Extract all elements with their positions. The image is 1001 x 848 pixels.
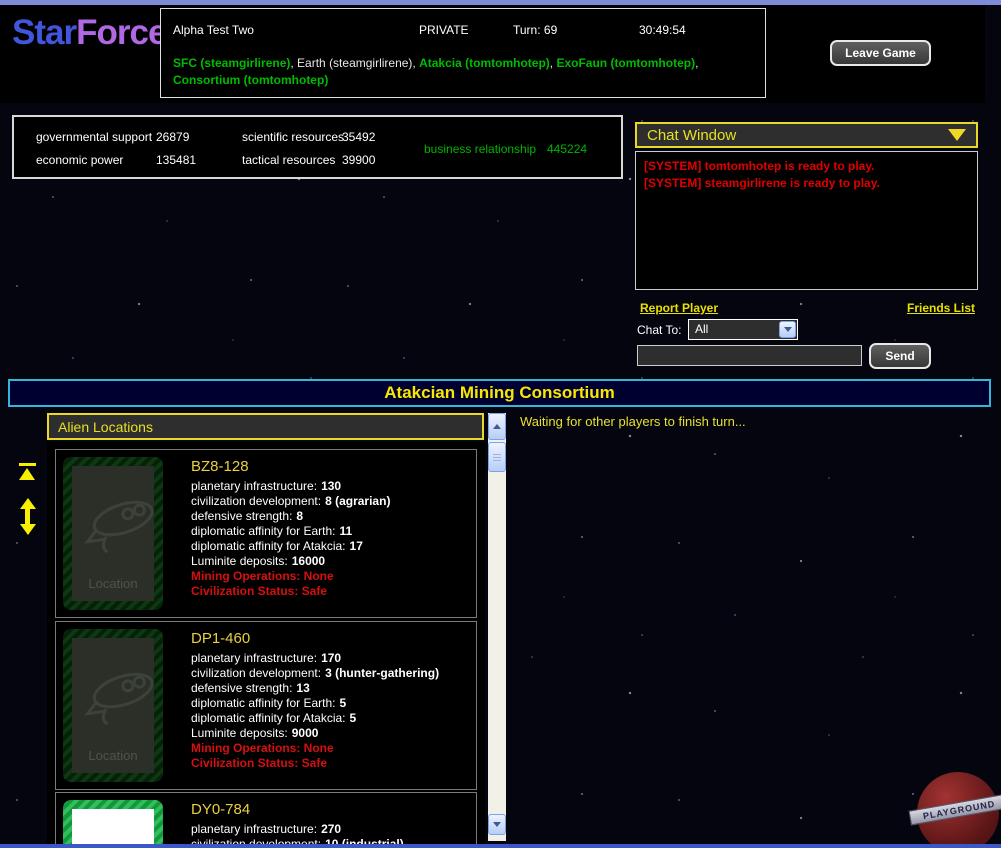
stat-line: planetary infrastructure:170	[191, 651, 471, 666]
scroll-to-top-icon[interactable]	[19, 463, 36, 480]
locations-scrollbar[interactable]	[488, 413, 506, 841]
game-info-box: Alpha Test Two PRIVATE Turn: 69 30:49:54…	[160, 8, 766, 98]
scroll-updown-icon[interactable]	[19, 498, 36, 535]
stat-line: diplomatic affinity for Atakcia:17	[191, 539, 471, 554]
stat-line: planetary infrastructure:270	[191, 822, 471, 837]
chat-to-selected-value: All	[695, 322, 708, 336]
rocket-icon	[72, 653, 154, 734]
location-id: DP1-460	[191, 630, 471, 647]
game-name: Alpha Test Two	[173, 23, 254, 37]
player-list: SFC (steamgirlirene), Earth (steamgirlir…	[173, 55, 758, 89]
stat-line: diplomatic affinity for Earth:11	[191, 524, 471, 539]
chat-to-select[interactable]: All	[688, 319, 798, 340]
chevron-down-icon	[784, 327, 792, 332]
location-id: DY0-784	[191, 801, 471, 818]
scrollbar-up-button[interactable]	[488, 413, 506, 440]
select-dropdown-button[interactable]	[779, 321, 796, 338]
stat-line: Luminite deposits:16000	[191, 554, 471, 569]
location-card-dy0-784[interactable]: DY0-784 planetary infrastructure:270 civ…	[55, 792, 477, 848]
civilization-status: Civilization Status: Safe	[191, 756, 471, 771]
game-clock: 30:49:54	[639, 23, 686, 37]
game-privacy: PRIVATE	[419, 23, 469, 37]
location-card-label: Location	[72, 576, 154, 591]
stat-line: defensive strength:8	[191, 509, 471, 524]
chat-message: [SYSTEM] steamgirlirene is ready to play…	[644, 175, 969, 192]
location-card-dp1-460[interactable]: Location DP1-460 planetary infrastructur…	[55, 621, 477, 790]
business-relationship-value: 445224	[547, 142, 587, 156]
stat-line: defensive strength:13	[191, 681, 471, 696]
logo-force: Force	[76, 13, 166, 52]
location-card-back-image: Location	[63, 629, 163, 782]
logo-star: Star	[12, 13, 76, 52]
header: StarForce Alpha Test Two PRIVATE Turn: 6…	[0, 5, 985, 103]
business-relationship-label: business relationship	[424, 142, 536, 156]
scrollbar-down-button[interactable]	[488, 814, 506, 835]
player-name: SFC (steamgirlirene)	[173, 56, 290, 70]
stat-line: Luminite deposits:9000	[191, 726, 471, 741]
location-id: BZ8-128	[191, 458, 471, 475]
scientific-resources-label: scientific resources	[242, 130, 344, 144]
resource-stats-panel: governmental support 26879 economic powe…	[12, 115, 623, 179]
chevron-down-icon	[493, 822, 501, 827]
stat-line: diplomatic affinity for Earth:5	[191, 696, 471, 711]
turn-counter: Turn: 69	[513, 23, 557, 37]
alien-locations-header: Alien Locations	[47, 413, 484, 440]
report-player-link[interactable]: Report Player	[640, 301, 718, 315]
chat-message-area[interactable]: [SYSTEM] tomtomhotep is ready to play. […	[635, 151, 978, 290]
location-card-face-image	[63, 800, 163, 848]
consortium-title-bar: Atakcian Mining Consortium	[8, 379, 991, 407]
chat-window-header: Chat Window	[635, 122, 978, 148]
chat-window-title: Chat Window	[647, 127, 736, 144]
friends-list-link[interactable]: Friends List	[907, 301, 975, 315]
bottom-frame-bar	[0, 844, 1001, 848]
tactical-resources-value: 39900	[342, 153, 375, 167]
economic-power-label: economic power	[36, 153, 123, 167]
scientific-resources-value: 35492	[342, 130, 375, 144]
location-card-bz8-128[interactable]: Location BZ8-128 planetary infrastructur…	[55, 449, 477, 618]
tactical-resources-label: tactical resources	[242, 153, 335, 167]
scrollbar-grip-icon	[493, 454, 501, 461]
chevron-up-icon	[493, 424, 501, 429]
stat-line: diplomatic affinity for Atakcia:5	[191, 711, 471, 726]
location-card-back-image: Location	[63, 457, 163, 610]
location-card-label: Location	[72, 748, 154, 763]
scrollbar-thumb[interactable]	[488, 442, 506, 472]
governmental-support-value: 26879	[156, 130, 189, 144]
stat-line: civilization development:3 (hunter-gathe…	[191, 666, 471, 681]
waiting-status-text: Waiting for other players to finish turn…	[520, 414, 746, 429]
chat-collapse-icon[interactable]	[948, 129, 966, 141]
rocket-icon	[72, 481, 154, 562]
civilization-status: Civilization Status: Safe	[191, 584, 471, 599]
player-name: Earth (steamgirlirene)	[297, 56, 412, 70]
player-name: Atakcia (tomtomhotep)	[419, 56, 550, 70]
governmental-support-label: governmental support	[36, 130, 152, 144]
playground-watermark: PLAYGROUND	[917, 772, 999, 848]
player-name: Consortium (tomtomhotep)	[173, 73, 328, 87]
mining-operations-status: Mining Operations: None	[191, 569, 471, 584]
mining-operations-status: Mining Operations: None	[191, 741, 471, 756]
chat-to-label: Chat To:	[637, 323, 681, 337]
chat-message: [SYSTEM] tomtomhotep is ready to play.	[644, 158, 969, 175]
chat-message-input[interactable]	[637, 345, 862, 366]
send-button[interactable]: Send	[869, 343, 931, 369]
player-name: ExoFaun (tomtomhotep)	[556, 56, 695, 70]
starforce-game-page: StarForce Alpha Test Two PRIVATE Turn: 6…	[0, 0, 1001, 848]
stat-line: civilization development:8 (agrarian)	[191, 494, 471, 509]
alien-locations-list: Location BZ8-128 planetary infrastructur…	[47, 442, 485, 848]
stat-line: planetary infrastructure:130	[191, 479, 471, 494]
leave-game-button[interactable]: Leave Game	[830, 40, 931, 66]
starforce-logo: StarForce	[12, 13, 166, 53]
economic-power-value: 135481	[156, 153, 196, 167]
